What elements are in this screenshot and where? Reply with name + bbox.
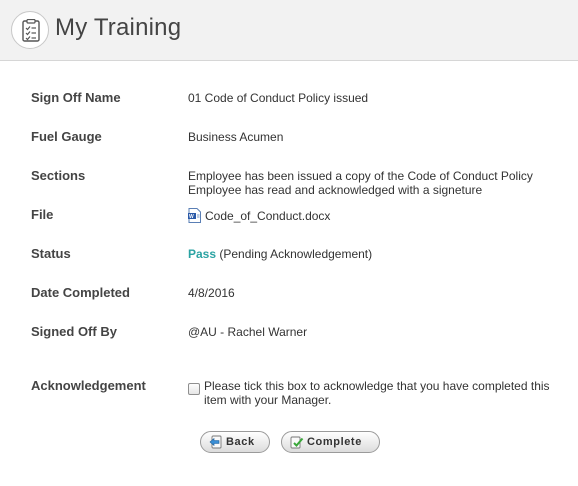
sections-label: Sections xyxy=(31,168,86,183)
date-completed-label: Date Completed xyxy=(31,285,130,300)
complete-button-label: Complete xyxy=(307,436,362,448)
page-header: My Training xyxy=(0,0,578,61)
back-arrow-icon xyxy=(209,435,222,449)
acknowledgement-label: Acknowledgement xyxy=(31,378,146,393)
status-note: (Pending Acknowledgement) xyxy=(219,247,373,261)
signed-off-by-value: @AU - Rachel Warner xyxy=(188,325,308,339)
acknowledgement-text: Please tick this box to acknowledge that… xyxy=(204,379,550,407)
fuel-gauge-value: Business Acumen xyxy=(188,130,284,144)
word-document-icon: W xyxy=(188,208,201,223)
status-label: Status xyxy=(31,246,71,261)
sign-off-name-label: Sign Off Name xyxy=(31,90,121,105)
page-title: My Training xyxy=(55,14,182,41)
status-result: Pass xyxy=(188,247,217,261)
fuel-gauge-label: Fuel Gauge xyxy=(31,129,102,144)
checklist-clipboard-icon xyxy=(11,11,49,49)
sign-off-name-value: 01 Code of Conduct Policy issued xyxy=(188,91,369,105)
file-name[interactable]: Code_of_Conduct.docx xyxy=(205,209,330,223)
section-line: Employee has been issued a copy of the C… xyxy=(188,169,533,183)
back-button[interactable]: Back xyxy=(200,431,270,453)
signed-off-by-label: Signed Off By xyxy=(31,324,117,339)
date-completed-value: 4/8/2016 xyxy=(188,286,235,300)
section-line: Employee has read and acknowledged with … xyxy=(188,183,483,197)
complete-check-icon xyxy=(290,436,304,449)
file-link[interactable]: W Code_of_Conduct.docx xyxy=(188,208,330,223)
sections-value: Employee has been issued a copy of the C… xyxy=(188,169,533,197)
back-button-label: Back xyxy=(226,436,255,448)
file-label: File xyxy=(31,207,54,222)
status-value: Pass (Pending Acknowledgement) xyxy=(188,247,372,261)
acknowledgement-checkbox[interactable] xyxy=(188,383,200,395)
svg-text:W: W xyxy=(189,214,194,220)
complete-button[interactable]: Complete xyxy=(281,431,380,453)
